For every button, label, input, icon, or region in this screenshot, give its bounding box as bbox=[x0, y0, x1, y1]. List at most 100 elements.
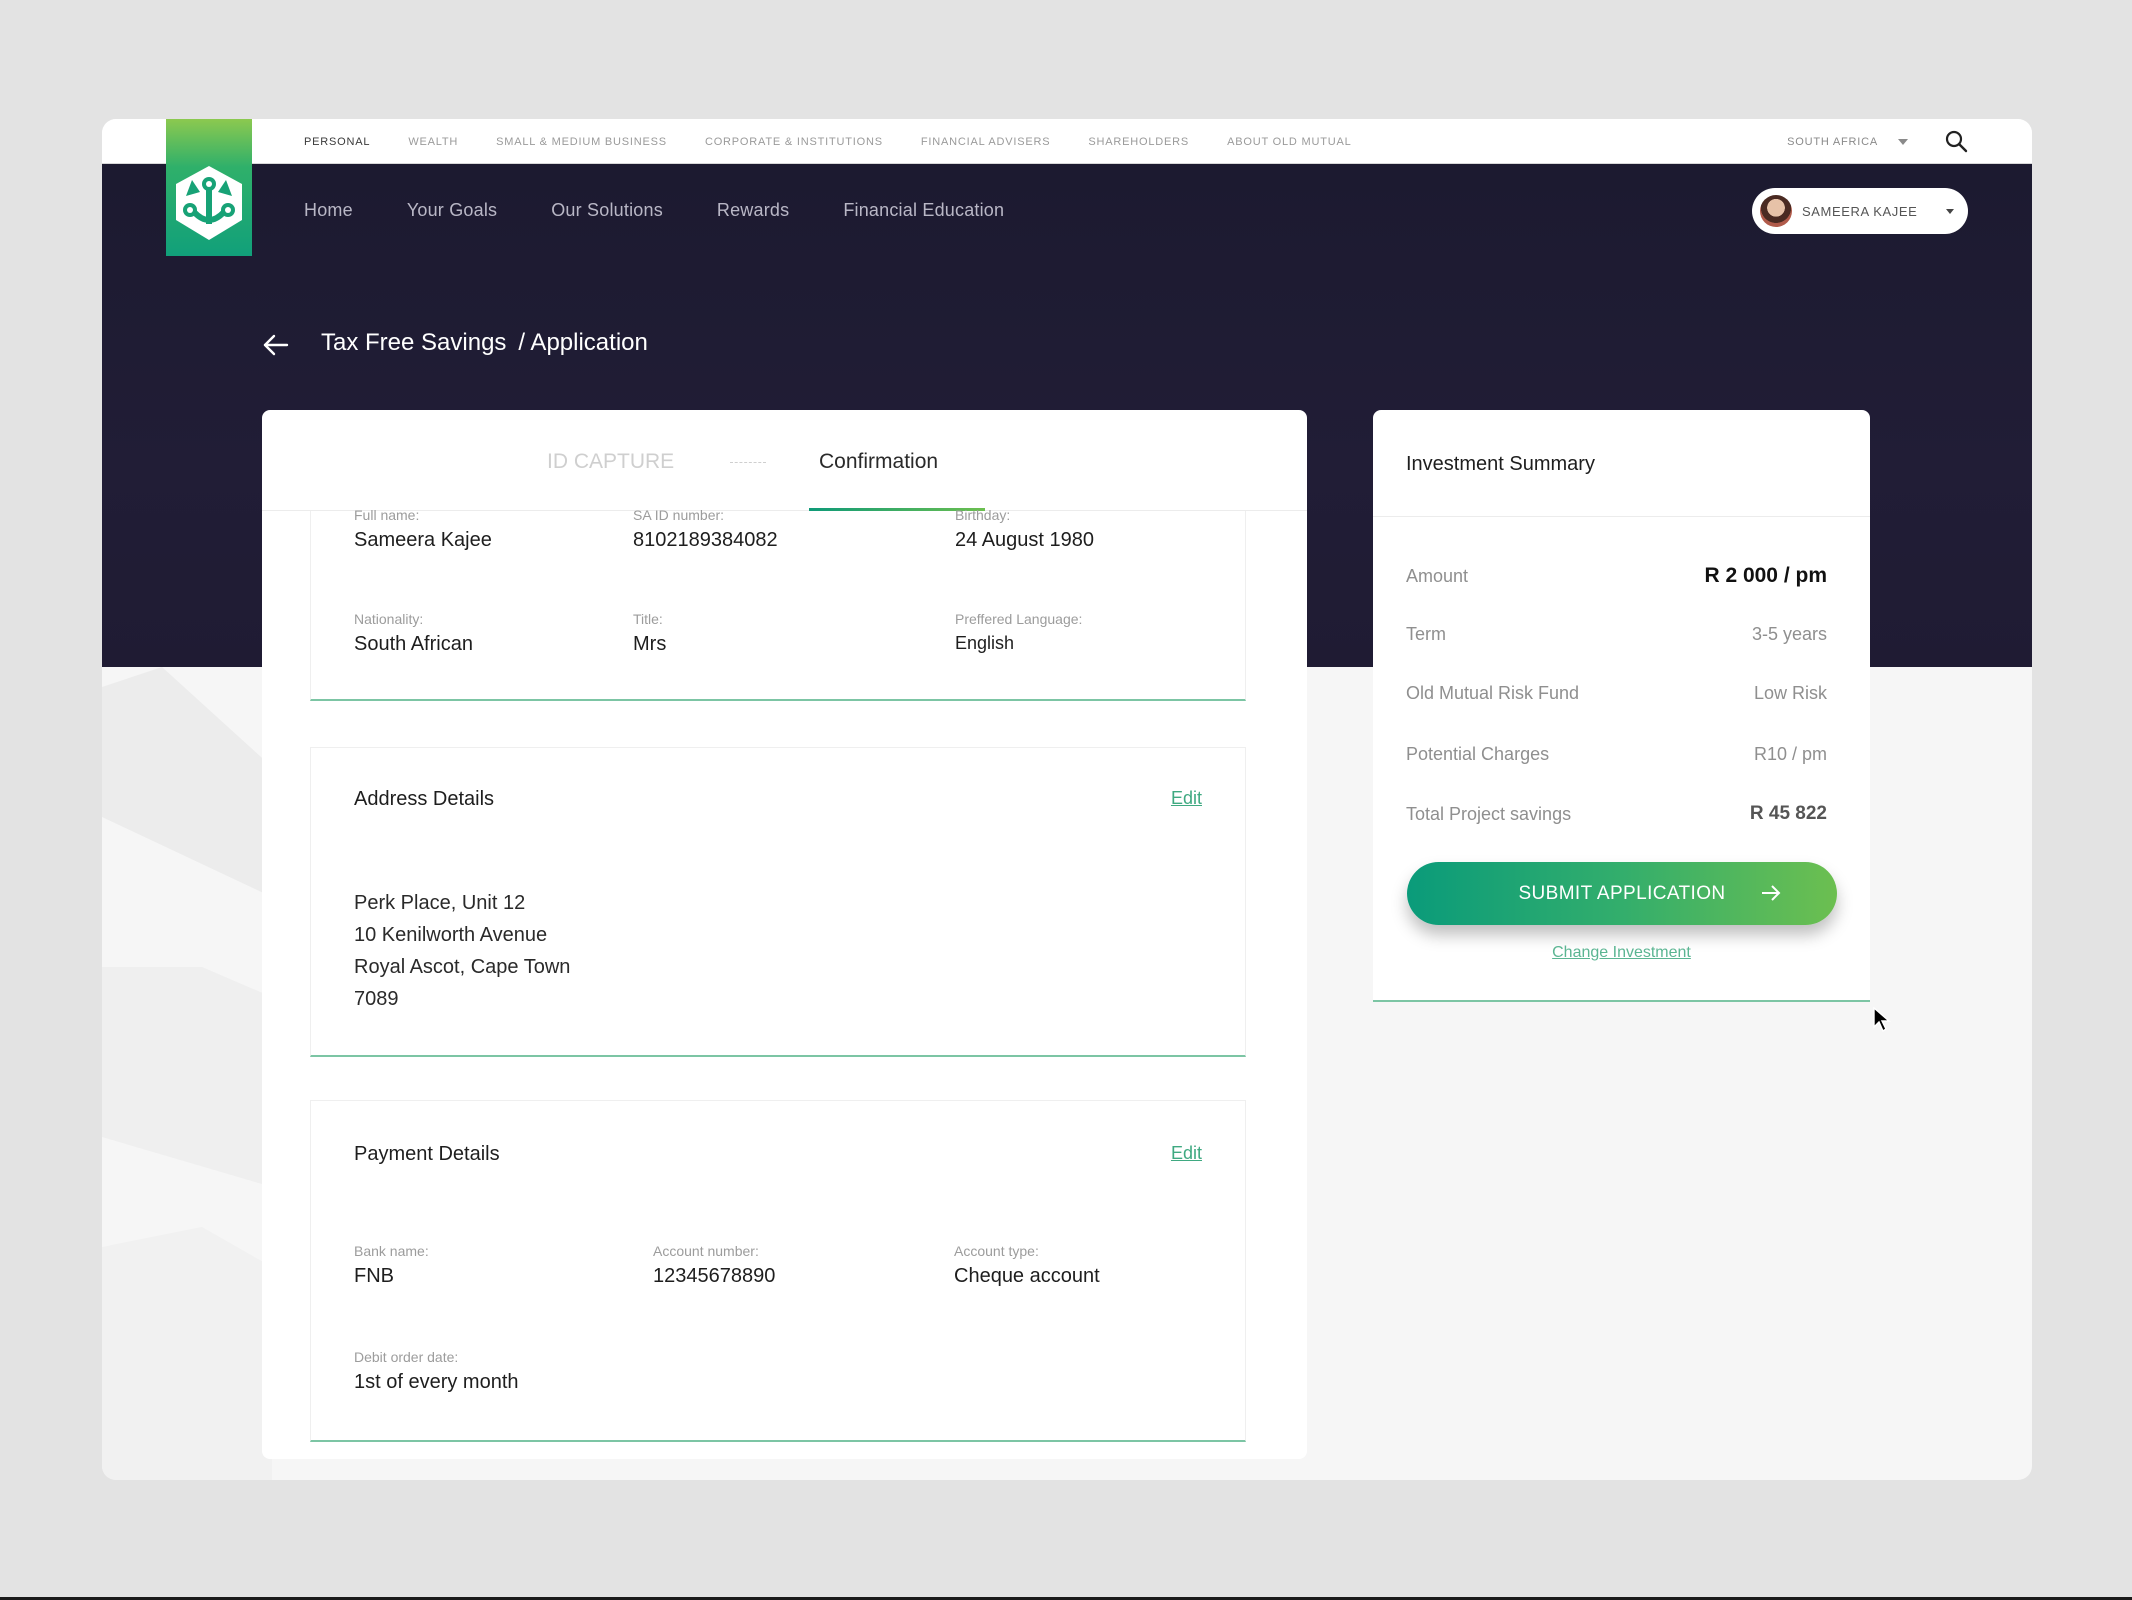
field-value: Mrs bbox=[633, 633, 667, 655]
summary-title: Investment Summary bbox=[1406, 453, 1595, 475]
summary-row-total-savings: Total Project savings R 45 822 bbox=[1406, 803, 1827, 825]
field-value: 12345678890 bbox=[653, 1265, 776, 1287]
segment-sme[interactable]: SMALL & MEDIUM BUSINESS bbox=[496, 136, 667, 148]
breadcrumb-section[interactable]: Tax Free Savings bbox=[321, 329, 506, 357]
field-value: South African bbox=[354, 633, 473, 655]
submit-label: SUBMIT APPLICATION bbox=[1518, 882, 1726, 904]
field-label: Account type: bbox=[954, 1243, 1039, 1259]
field-account-type: Account type: Cheque account bbox=[954, 1243, 1100, 1288]
field-label: Full name: bbox=[354, 507, 420, 523]
address-line: 10 Kenilworth Avenue bbox=[354, 924, 548, 946]
brand-logo[interactable] bbox=[166, 119, 252, 256]
field-value: Sameera Kajee bbox=[354, 529, 492, 551]
field-account-number: Account number: 12345678890 bbox=[653, 1243, 775, 1288]
anchor-logo-icon bbox=[176, 166, 242, 240]
summary-value: Low Risk bbox=[1753, 683, 1827, 703]
field-label: SA ID number: bbox=[633, 507, 725, 523]
summary-row-amount: Amount R 2 000 / pm bbox=[1406, 564, 1827, 588]
edit-payment-link[interactable]: Edit bbox=[1171, 1143, 1202, 1164]
region-label: SOUTH AFRICA bbox=[1787, 135, 1878, 148]
segment-nav: PERSONAL WEALTH SMALL & MEDIUM BUSINESS … bbox=[304, 119, 1390, 164]
summary-value: R 2 000 / pm bbox=[1704, 564, 1827, 587]
field-value: English bbox=[955, 633, 1015, 653]
nav-financial-education[interactable]: Financial Education bbox=[843, 200, 1004, 221]
summary-row-risk-fund: Old Mutual Risk Fund Low Risk bbox=[1406, 683, 1827, 704]
field-value: 8102189384082 bbox=[633, 529, 778, 551]
field-nationality: Nationality: South African bbox=[354, 611, 473, 656]
segment-wealth[interactable]: WEALTH bbox=[408, 136, 458, 148]
step-tabs: ID CAPTURE Confirmation bbox=[262, 410, 1307, 511]
top-utility-bar: PERSONAL WEALTH SMALL & MEDIUM BUSINESS … bbox=[102, 119, 2032, 164]
summary-row-term: Term 3-5 years bbox=[1406, 624, 1827, 645]
field-label: Preffered Language: bbox=[955, 611, 1083, 627]
summary-row-charges: Potential Charges R10 / pm bbox=[1406, 744, 1827, 765]
field-value: 24 August 1980 bbox=[955, 529, 1095, 551]
breadcrumb: Tax Free Savings / Application bbox=[321, 329, 648, 357]
region-selector[interactable]: SOUTH AFRICA bbox=[1787, 119, 1908, 164]
summary-key: Potential Charges bbox=[1406, 744, 1550, 764]
nav-rewards[interactable]: Rewards bbox=[717, 200, 789, 221]
payment-details-section: Payment Details Edit Bank name: FNB Acco… bbox=[310, 1100, 1246, 1442]
address-line: Royal Ascot, Cape Town bbox=[354, 956, 571, 978]
field-language: Preffered Language: English bbox=[955, 611, 1082, 654]
summary-value: R10 / pm bbox=[1753, 744, 1827, 764]
field-birthday: Birthday: 24 August 1980 bbox=[955, 507, 1094, 552]
field-label: Bank name: bbox=[354, 1243, 429, 1259]
field-value: Cheque account bbox=[954, 1265, 1100, 1287]
section-title: Payment Details bbox=[354, 1143, 500, 1165]
main-nav: Home Your Goals Our Solutions Rewards Fi… bbox=[304, 164, 1058, 256]
nav-home[interactable]: Home bbox=[304, 200, 353, 221]
field-label: Birthday: bbox=[955, 507, 1011, 523]
nav-our-solutions[interactable]: Our Solutions bbox=[551, 200, 663, 221]
mouse-cursor-icon bbox=[1873, 1007, 1891, 1033]
breadcrumb-page: / Application bbox=[518, 329, 648, 356]
arrow-right-icon bbox=[1762, 885, 1781, 901]
edit-address-link[interactable]: Edit bbox=[1171, 788, 1202, 809]
segment-personal[interactable]: PERSONAL bbox=[304, 136, 370, 148]
summary-value: R 45 822 bbox=[1749, 803, 1827, 824]
field-bank-name: Bank name: FNB bbox=[354, 1243, 429, 1288]
section-title: Address Details bbox=[354, 788, 495, 810]
summary-value: 3-5 years bbox=[1751, 624, 1827, 644]
address-details-section: Address Details Edit Perk Place, Unit 12… bbox=[310, 747, 1246, 1057]
user-name: SAMEERA KAJEE bbox=[1802, 203, 1918, 219]
address-line: Perk Place, Unit 12 bbox=[354, 892, 526, 914]
tab-id-capture[interactable]: ID CAPTURE bbox=[547, 450, 674, 474]
segment-shareholders[interactable]: SHAREHOLDERS bbox=[1088, 136, 1189, 148]
tab-confirmation[interactable]: Confirmation bbox=[819, 450, 938, 474]
summary-key: Total Project savings bbox=[1406, 803, 1572, 824]
browser-page: PERSONAL WEALTH SMALL & MEDIUM BUSINESS … bbox=[102, 119, 2032, 1480]
nav-your-goals[interactable]: Your Goals bbox=[407, 200, 497, 221]
submit-application-button[interactable]: SUBMIT APPLICATION bbox=[1407, 862, 1837, 925]
application-card: ID CAPTURE Confirmation Full name: Samee… bbox=[262, 410, 1307, 1459]
address-block: Perk Place, Unit 12 10 Kenilworth Avenue… bbox=[354, 887, 570, 1015]
field-value: 1st of every month bbox=[354, 1371, 519, 1393]
field-title: Title: Mrs bbox=[633, 611, 666, 656]
segment-corporate[interactable]: CORPORATE & INSTITUTIONS bbox=[705, 136, 883, 148]
step-separator bbox=[730, 462, 766, 463]
field-label: Title: bbox=[633, 611, 663, 627]
summary-key: Term bbox=[1406, 624, 1446, 644]
segment-about[interactable]: ABOUT OLD MUTUAL bbox=[1227, 136, 1351, 148]
field-label: Nationality: bbox=[354, 611, 424, 627]
field-debit-order-date: Debit order date: 1st of every month bbox=[354, 1349, 519, 1394]
summary-key: Amount bbox=[1406, 565, 1469, 586]
field-label: Account number: bbox=[653, 1243, 759, 1259]
personal-details-section: Full name: Sameera Kajee SA ID number: 8… bbox=[310, 507, 1246, 701]
change-investment-link[interactable]: Change Investment bbox=[1373, 944, 1870, 962]
divider bbox=[1373, 516, 1870, 517]
caret-down-icon bbox=[1898, 138, 1908, 145]
investment-summary-card: Investment Summary Amount R 2 000 / pm T… bbox=[1373, 410, 1870, 1002]
field-value: FNB bbox=[354, 1265, 394, 1287]
summary-key: Old Mutual Risk Fund bbox=[1406, 683, 1580, 703]
arrow-left-icon[interactable] bbox=[262, 333, 290, 357]
search-icon[interactable] bbox=[1944, 129, 1970, 155]
field-sa-id: SA ID number: 8102189384082 bbox=[633, 507, 778, 552]
decorative-chevrons bbox=[102, 667, 272, 1480]
address-line: 7089 bbox=[354, 988, 399, 1010]
field-full-name: Full name: Sameera Kajee bbox=[354, 507, 492, 552]
user-menu-button[interactable]: SAMEERA KAJEE bbox=[1752, 188, 1968, 234]
caret-down-icon bbox=[1946, 209, 1954, 214]
field-label: Debit order date: bbox=[354, 1349, 459, 1365]
segment-advisers[interactable]: FINANCIAL ADVISERS bbox=[921, 136, 1051, 148]
